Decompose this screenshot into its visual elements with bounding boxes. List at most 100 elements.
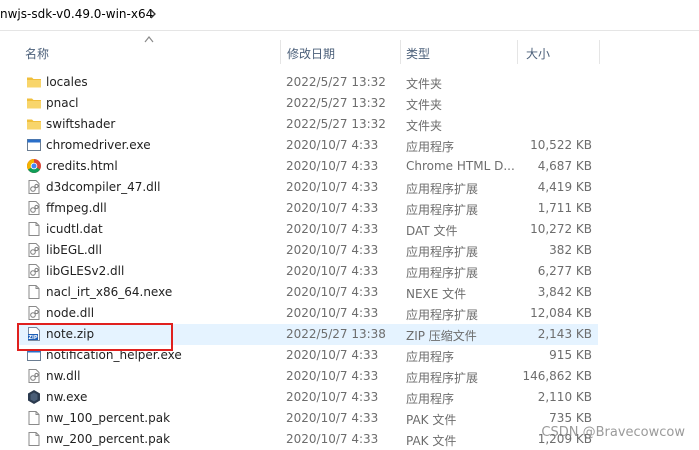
file-size: 10,522 KB [530,138,592,152]
file-row[interactable]: nw_200_percent.pak 2020/10/7 4:33 PAK 文件 1,… [17,429,598,450]
column-header-type[interactable]: 类型 [406,45,430,62]
file-date: 2020/10/7 4:33 [286,264,379,278]
file-row[interactable]: d3dcompiler_47.dll 2020/10/7 4:33 应用程序扩展 4,… [17,177,598,198]
file-date: 2020/10/7 4:33 [286,180,379,194]
dll-file-icon [26,263,42,279]
file-type: 文件夹 [406,98,443,112]
file-date: 2020/10/7 4:33 [286,201,379,215]
file-row[interactable]: icudtl.dat 2020/10/7 4:33 DAT 文件 10,272 KB [17,219,598,240]
chrome-icon [26,158,42,174]
file-date: 2022/5/27 13:38 [286,327,386,341]
breadcrumb-current-folder[interactable]: nwjs-sdk-v0.49.0-win-x64 [0,7,153,21]
file-type: 应用程序扩展 [406,266,479,280]
file-date: 2020/10/7 4:33 [286,285,379,299]
file-type: DAT 文件 [406,224,458,238]
file-name: pnacl [46,96,79,110]
file-date: 2022/5/27 13:32 [286,117,386,131]
file-type: 应用程序 [406,392,455,406]
column-headers: 名称 修改日期 类型 大小 [0,40,699,64]
file-name: node.dll [46,306,95,320]
file-type: 应用程序扩展 [406,371,479,385]
file-date: 2020/10/7 4:33 [286,432,379,446]
file-date: 2020/10/7 4:33 [286,369,379,383]
file-size: 735 KB [549,411,592,425]
file-name: nw_200_percent.pak [46,432,171,446]
file-type: 应用程序扩展 [406,182,479,196]
blank-file-icon [26,221,42,237]
file-name: nw.dll [46,369,81,383]
file-size: 3,842 KB [537,285,592,299]
file-size: 4,419 KB [537,180,592,194]
file-type: 应用程序 [406,350,455,364]
file-row[interactable]: swiftshader 2022/5/27 13:32 文件夹 [17,114,598,135]
nwjs-icon [26,389,42,405]
address-bar[interactable]: nwjs-sdk-v0.49.0-win-x64 [0,0,699,31]
file-name: libEGL.dll [46,243,102,257]
file-name: nw.exe [46,390,88,404]
dll-file-icon [26,368,42,384]
file-row[interactable]: ffmpeg.dll 2020/10/7 4:33 应用程序扩展 1,711 KB [17,198,598,219]
blank-file-icon [26,284,42,300]
file-name: nacl_irt_x86_64.nexe [46,285,173,299]
file-row[interactable]: nw_100_percent.pak 2020/10/7 4:33 PAK 文件 73… [17,408,598,429]
file-type: 应用程序 [406,140,455,154]
column-divider[interactable] [400,40,401,64]
chevron-right-icon[interactable] [147,8,159,20]
file-type: PAK 文件 [406,413,457,427]
file-date: 2022/5/27 13:32 [286,96,386,110]
file-name: chromedriver.exe [46,138,151,152]
file-row[interactable]: nw.dll 2020/10/7 4:33 应用程序扩展 146,862 KB [17,366,598,387]
file-row[interactable]: libGLESv2.dll 2020/10/7 4:33 应用程序扩展 6,277 K… [17,261,598,282]
file-row[interactable]: node.dll 2020/10/7 4:33 应用程序扩展 12,084 KB [17,303,598,324]
column-divider[interactable] [517,40,518,64]
file-row[interactable]: locales 2022/5/27 13:32 文件夹 [17,72,598,93]
file-row[interactable]: pnacl 2022/5/27 13:32 文件夹 [17,93,598,114]
file-row[interactable]: nw.exe 2020/10/7 4:33 应用程序 2,110 KB [17,387,598,408]
folder-icon [26,74,42,90]
watermark: CSDN @Bravecowcow [541,425,685,440]
file-name: icudtl.dat [46,222,103,236]
file-name: libGLESv2.dll [46,264,125,278]
file-date: 2020/10/7 4:33 [286,159,379,173]
file-date: 2020/10/7 4:33 [286,222,379,236]
dll-file-icon [26,305,42,321]
file-row[interactable]: chromedriver.exe 2020/10/7 4:33 应用程序 10,522… [17,135,598,156]
file-row[interactable]: libEGL.dll 2020/10/7 4:33 应用程序扩展 382 KB [17,240,598,261]
column-header-date[interactable]: 修改日期 [287,45,335,62]
file-type: 应用程序扩展 [406,308,479,322]
file-type: 文件夹 [406,119,443,133]
file-name: locales [46,75,88,89]
dll-file-icon [26,179,42,195]
file-type: PAK 文件 [406,434,457,448]
column-divider[interactable] [599,40,600,64]
file-type: 文件夹 [406,77,443,91]
file-type: 应用程序扩展 [406,245,479,259]
folder-icon [26,95,42,111]
file-size: 2,110 KB [537,390,592,404]
file-date: 2020/10/7 4:33 [286,138,379,152]
file-row[interactable]: credits.html 2020/10/7 4:33 Chrome HTML D.… [17,156,598,177]
dll-file-icon [26,200,42,216]
blank-file-icon [26,410,42,426]
file-size: 915 KB [549,348,592,362]
blank-file-icon [26,431,42,447]
file-date: 2020/10/7 4:33 [286,390,379,404]
file-type: Chrome HTML D... [406,159,515,173]
file-date: 2020/10/7 4:33 [286,243,379,257]
file-name: ffmpeg.dll [46,201,107,215]
file-size: 382 KB [549,243,592,257]
file-type: NEXE 文件 [406,287,467,301]
file-size: 1,711 KB [537,201,592,215]
file-size: 12,084 KB [530,306,592,320]
highlight-box [17,323,173,351]
column-divider[interactable] [280,40,281,64]
exe-window-icon [26,137,42,153]
file-name: d3dcompiler_47.dll [46,180,161,194]
column-header-size[interactable]: 大小 [526,45,550,62]
file-type: ZIP 压缩文件 [406,329,477,343]
file-size: 10,272 KB [530,222,592,236]
file-date: 2020/10/7 4:33 [286,348,379,362]
file-row[interactable]: nacl_irt_x86_64.nexe 2020/10/7 4:33 NEXE 文… [17,282,598,303]
column-header-name[interactable]: 名称 [25,45,49,62]
file-size: 6,277 KB [537,264,592,278]
